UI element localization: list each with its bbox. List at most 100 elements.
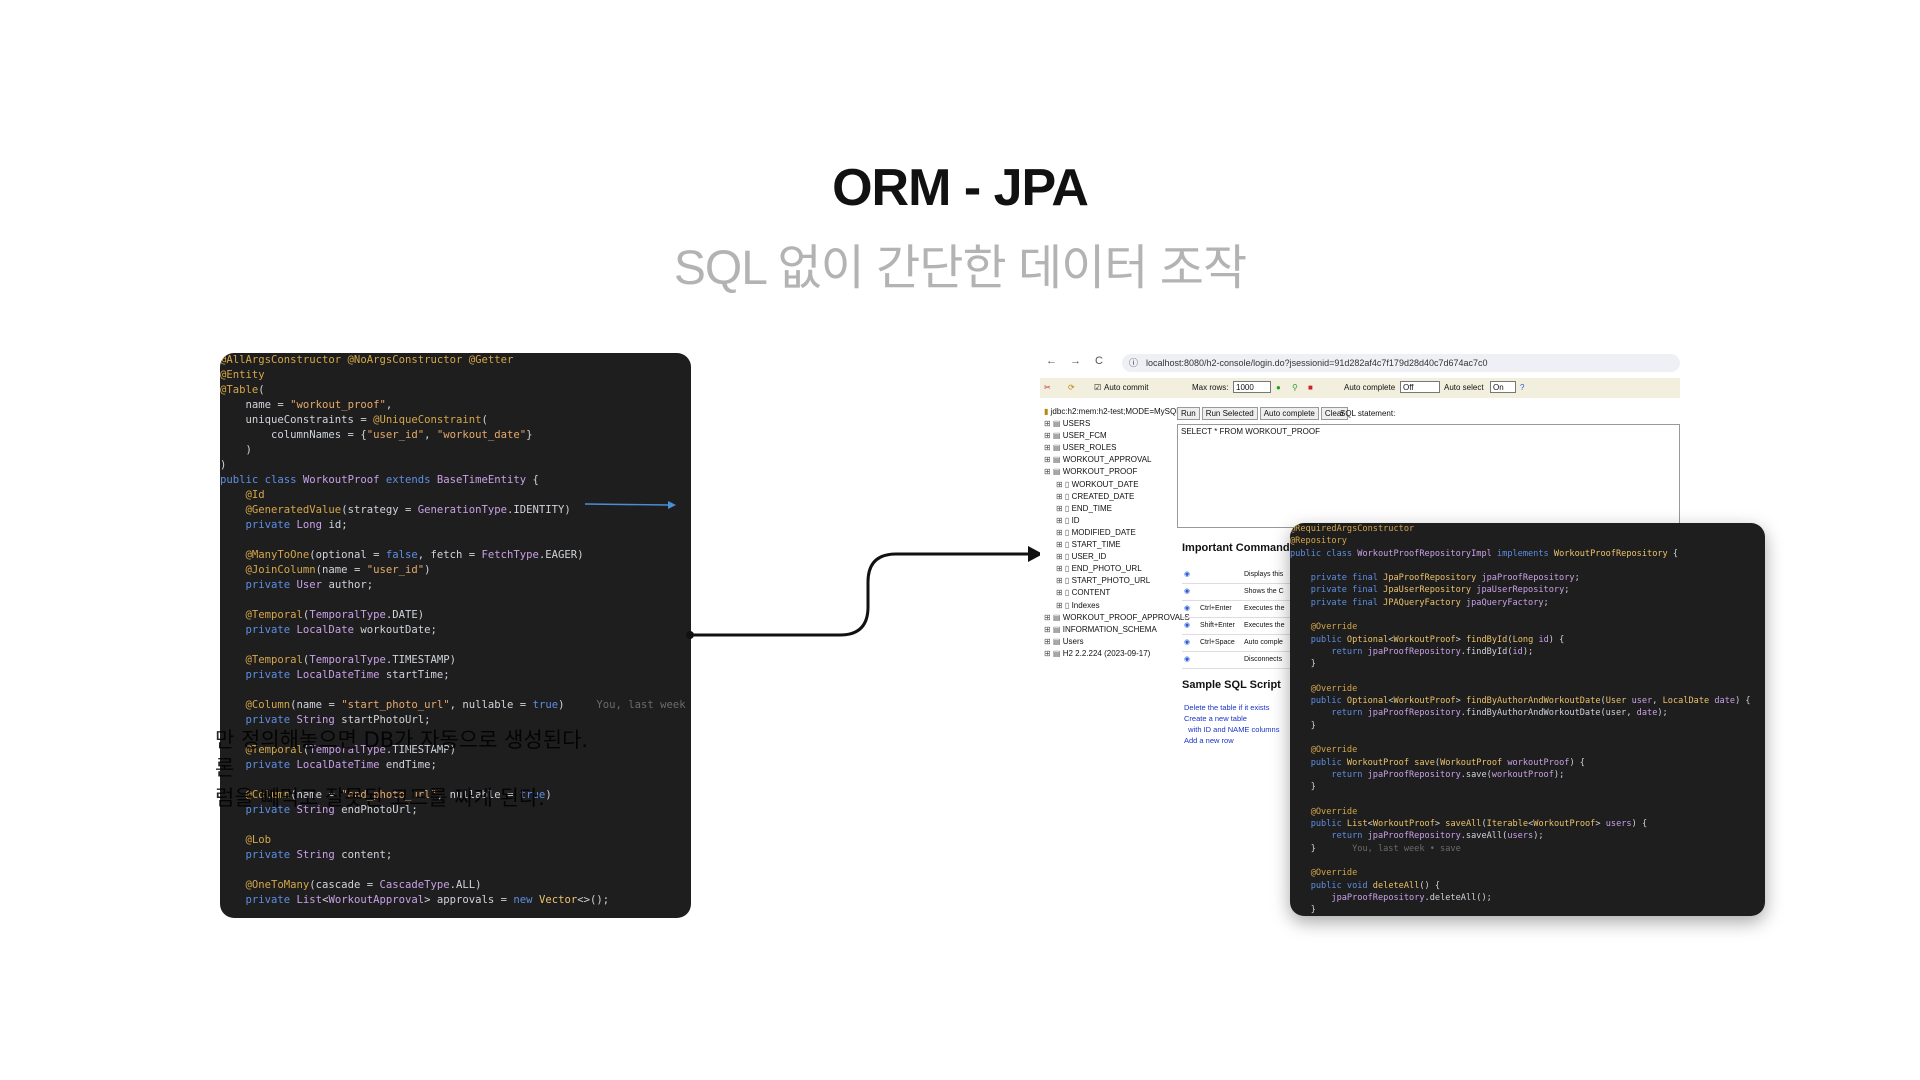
code-token: Optional	[1346, 634, 1389, 645]
code-line: public WorkoutProof save(WorkoutProof wo…	[1290, 757, 1765, 769]
tree-item[interactable]: ⊞ ▯ MODIFIED_DATE	[1044, 527, 1176, 539]
code-token: .saveAll(	[1460, 831, 1508, 842]
tree-item-label: WORKOUT_DATE	[1071, 479, 1139, 489]
tree-item[interactable]: ⊞ ▯ Indexes	[1044, 600, 1176, 612]
code-token: JpaProofRepository	[1383, 573, 1482, 584]
code-token: @Override	[1290, 683, 1358, 694]
important-commands-title: Important Commands	[1182, 542, 1296, 554]
tree-item[interactable]: ⊞ ▯ WORKOUT_DATE	[1044, 479, 1176, 491]
table-icon: ⊞ ▤	[1044, 612, 1063, 622]
code-token: private final	[1290, 597, 1384, 608]
code-token: ;	[1574, 573, 1580, 584]
column-icon: ⊞ ▯	[1056, 479, 1072, 489]
tree-item-label: USER_ROLES	[1062, 443, 1117, 453]
tree-item[interactable]: ⊞ ▤ WORKOUT_APPROVAL	[1044, 454, 1176, 466]
tree-item[interactable]: ⊞ ▤ Users	[1044, 636, 1176, 648]
tree-item-label: END_TIME	[1071, 503, 1113, 513]
reload-icon[interactable]: C	[1095, 355, 1103, 367]
run-icon[interactable]: ●	[1276, 383, 1281, 392]
address-bar[interactable]: ⓘ localhost:8080/h2-console/login.do?jse…	[1122, 354, 1680, 372]
code-line: return jpaProofRepository.findByAuthorAn…	[1290, 707, 1765, 719]
code-token: JPAQueryFactory	[1383, 597, 1466, 608]
sample-sql-links: Delete the table if it exists Create a ne…	[1184, 702, 1279, 746]
code-token: findByAuthorAndWorkoutDate	[1465, 696, 1601, 707]
code-token: public void	[1290, 880, 1373, 891]
code-line: jpaProofRepository.deleteAll();	[1290, 892, 1765, 904]
sample-link[interactable]: Delete the table if it exists	[1184, 702, 1279, 713]
url-text: localhost:8080/h2-console/login.do?jsess…	[1146, 358, 1488, 368]
code-token: id	[1538, 634, 1549, 645]
tree-item[interactable]: ⊞ ▯ ID	[1044, 515, 1176, 527]
code-token: @RequiredArgsConstructor	[1290, 524, 1415, 534]
code-line: public class WorkoutProofRepositoryImpl …	[1290, 548, 1765, 560]
code-token: return	[1290, 646, 1368, 657]
sql-button-auto-complete[interactable]: Auto complete	[1259, 407, 1319, 420]
tree-item[interactable]: ⊞ ▤ USER_ROLES	[1044, 442, 1176, 454]
column-icon: ⊞ ▯	[1056, 491, 1072, 501]
help-icon[interactable]: ?	[1520, 383, 1524, 392]
code-line: }	[1290, 781, 1765, 793]
sample-link[interactable]: Create a new table	[1184, 713, 1279, 724]
code-token: @Override	[1290, 745, 1358, 756]
code-token: return	[1290, 769, 1368, 780]
refresh-icon[interactable]: ⟳	[1068, 383, 1075, 392]
code-token: date	[1714, 696, 1736, 707]
code-line: }	[1290, 904, 1765, 916]
column-icon: ⊞ ▯	[1056, 600, 1072, 610]
code-token: WorkoutProof	[1372, 819, 1435, 830]
sample-link[interactable]: with ID and NAME columns	[1184, 724, 1279, 735]
code-token: JpaUserRepository	[1383, 585, 1477, 596]
code-token: users	[1605, 819, 1632, 830]
code-token: deleteAll	[1372, 880, 1420, 891]
back-icon[interactable]: ←	[1046, 355, 1057, 367]
table-icon: ⊞ ▤	[1044, 455, 1063, 465]
code-token: .findById(	[1460, 646, 1513, 657]
max-rows-select[interactable]: 1000	[1233, 381, 1271, 393]
auto-complete-select[interactable]: Off	[1400, 381, 1440, 393]
search-icon[interactable]: ⚲	[1292, 383, 1298, 392]
command-desc: Disconnects	[1244, 656, 1283, 663]
disconnect-icon[interactable]: ✂	[1044, 383, 1051, 392]
tree-item[interactable]: ⊞ ▯ START_TIME	[1044, 539, 1176, 551]
auto-select-select[interactable]: On	[1490, 381, 1516, 393]
tree-item[interactable]: ⊞ ▤ USER_FCM	[1044, 430, 1176, 442]
code-line: return jpaProofRepository.saveAll(users)…	[1290, 830, 1765, 842]
forward-icon[interactable]: →	[1070, 355, 1081, 367]
code-token: );	[1522, 646, 1534, 657]
tree-item[interactable]: ⊞ ▤ H2 2.2.224 (2023-09-17)	[1044, 648, 1176, 660]
stop-icon[interactable]: ■	[1308, 383, 1313, 392]
column-icon: ⊞ ▯	[1056, 503, 1072, 513]
tree-item[interactable]: ⊞ ▯ CONTENT	[1044, 587, 1176, 599]
code-token: jpaQueryFactory	[1465, 597, 1544, 608]
tree-item[interactable]: ⊞ ▤ INFORMATION_SCHEMA	[1044, 624, 1176, 636]
tree-item[interactable]: ⊞ ▤ WORKOUT_PROOF_APPROVALS	[1044, 612, 1190, 624]
code-line: private final JpaProofRepository jpaProo…	[1290, 572, 1765, 584]
tree-item[interactable]: ⊞ ▤ USERS	[1044, 418, 1176, 430]
tree-item[interactable]: ⊞ ▤ WORKOUT_PROOF	[1044, 466, 1176, 478]
code-token: @Override	[1290, 806, 1358, 817]
code-token: WorkoutProof	[1393, 634, 1456, 645]
site-info-icon[interactable]: ⓘ	[1129, 354, 1138, 372]
code-token: @Repository	[1290, 536, 1347, 547]
sql-editor[interactable]: SELECT * FROM WORKOUT_PROOF	[1177, 424, 1680, 528]
command-row: ◉ Ctrl+Enter Executes the	[1182, 601, 1292, 618]
auto-commit-checkbox[interactable]: ☑	[1094, 383, 1101, 392]
code-token: ;	[1543, 597, 1549, 608]
tree-item[interactable]: ⊞ ▯ END_PHOTO_URL	[1044, 563, 1176, 575]
tree-item[interactable]: ⊞ ▯ USER_ID	[1044, 551, 1176, 563]
sql-button-run[interactable]: Run	[1177, 407, 1200, 420]
tree-item[interactable]: ⊞ ▯ END_TIME	[1044, 503, 1176, 515]
database-icon: ▮	[1044, 407, 1049, 416]
command-row: ◉ Shows the C	[1182, 584, 1292, 601]
sample-link[interactable]: Add a new row	[1184, 735, 1279, 746]
tree-item-label: MODIFIED_DATE	[1071, 527, 1136, 537]
tree-item[interactable]: ⊞ ▯ START_PHOTO_URL	[1044, 575, 1176, 587]
code-token: WorkoutProofRepository	[1553, 548, 1673, 559]
tree-item-label: START_PHOTO_URL	[1071, 576, 1151, 586]
code-token: jpaProofRepository	[1367, 769, 1461, 780]
sql-button-run-selected[interactable]: Run Selected	[1201, 407, 1258, 420]
column-icon: ⊞ ▯	[1056, 588, 1072, 598]
tree-item[interactable]: ⊞ ▯ CREATED_DATE	[1044, 491, 1176, 503]
